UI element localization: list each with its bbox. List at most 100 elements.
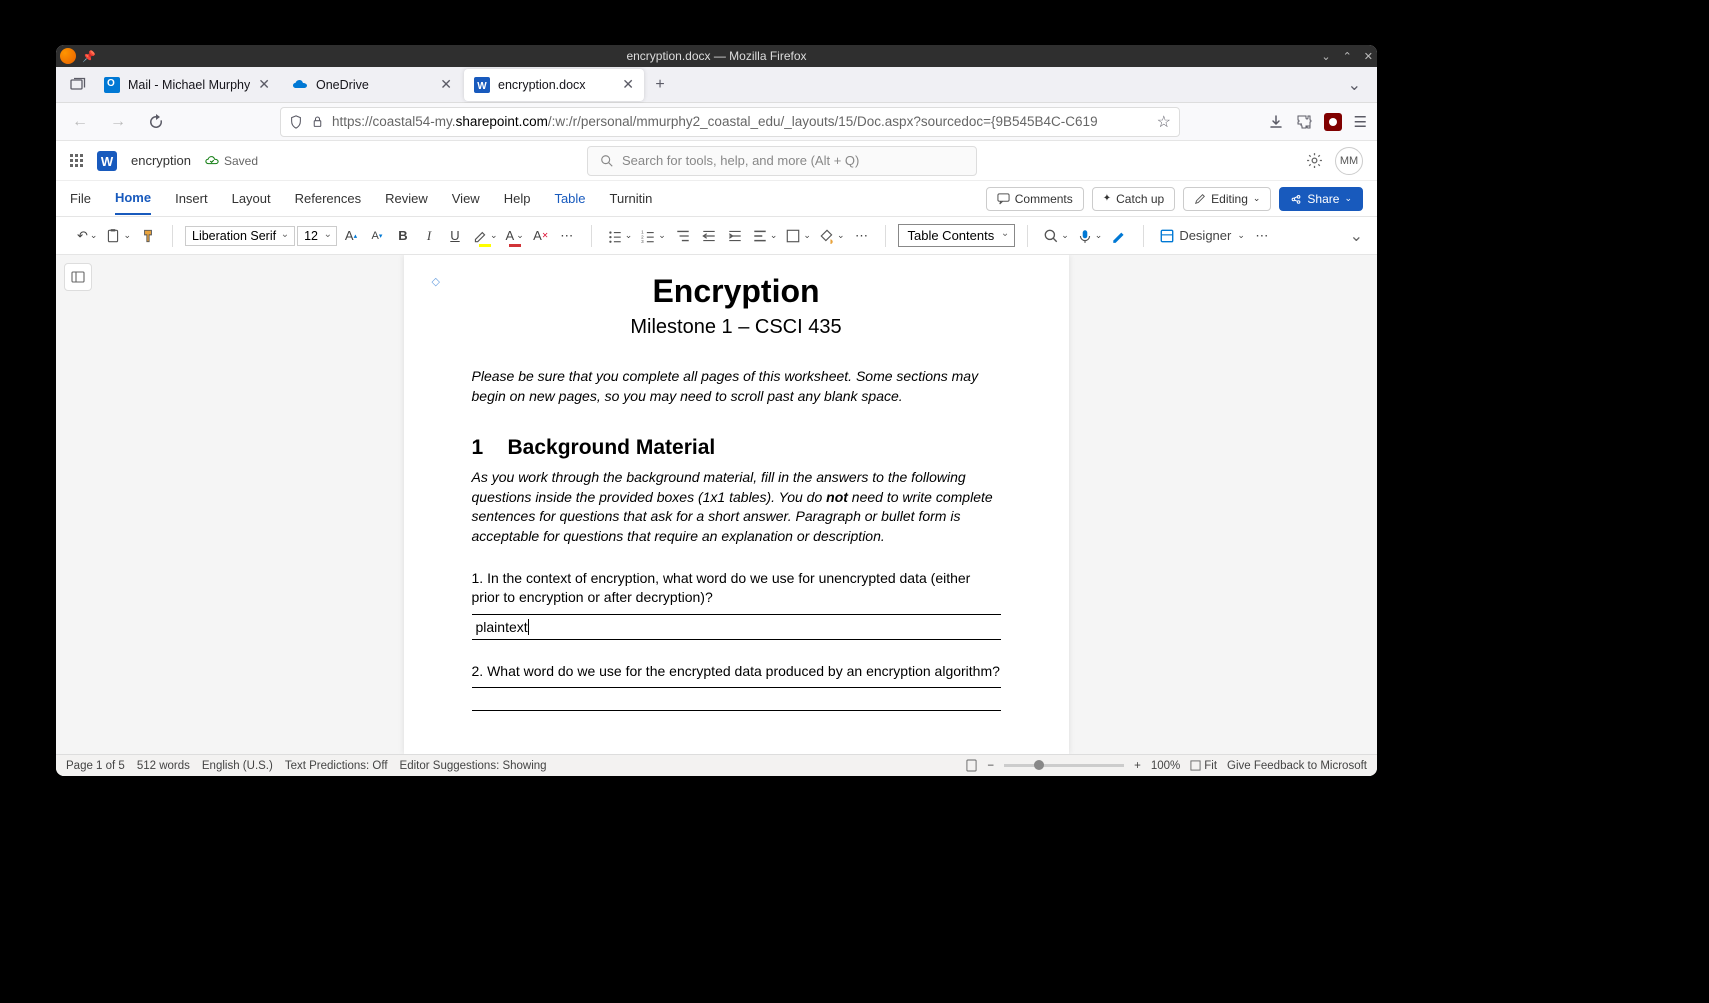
section-title: Background Material: [508, 436, 716, 459]
minimize-button[interactable]: ⌄: [1321, 50, 1330, 63]
predictions-indicator[interactable]: Text Predictions: Off: [285, 760, 388, 772]
share-button[interactable]: Share ⌄: [1279, 187, 1363, 211]
answer-box-2[interactable]: [472, 687, 1001, 711]
font-color-button[interactable]: A⌄: [503, 223, 527, 249]
designer-button[interactable]: Designer⌄: [1156, 223, 1248, 249]
save-status[interactable]: Saved: [205, 154, 258, 168]
document-page[interactable]: ◇ Encryption Milestone 1 – CSCI 435 Plea…: [404, 255, 1069, 754]
find-button[interactable]: ⌄: [1040, 223, 1072, 249]
more-commands-button[interactable]: ⋯: [1250, 223, 1274, 249]
zoom-out-button[interactable]: −: [987, 760, 994, 772]
italic-button[interactable]: I: [417, 223, 441, 249]
ribbon-tab-table[interactable]: Table: [554, 183, 585, 214]
tab-close-button[interactable]: ✕: [258, 76, 270, 93]
catchup-button[interactable]: ✦ Catch up: [1092, 187, 1175, 211]
save-status-label: Saved: [224, 154, 258, 168]
comments-button[interactable]: Comments: [986, 187, 1084, 211]
language-indicator[interactable]: English (U.S.): [202, 760, 273, 772]
reload-button[interactable]: [142, 108, 170, 136]
ribbon-tab-view[interactable]: View: [452, 183, 480, 214]
clear-formatting-button[interactable]: A✕: [529, 223, 553, 249]
suggestions-indicator[interactable]: Editor Suggestions: Showing: [400, 760, 547, 772]
settings-button[interactable]: [1306, 152, 1323, 169]
recent-tabs-button[interactable]: [64, 71, 92, 99]
menu-button[interactable]: ☰: [1354, 113, 1367, 131]
feedback-link[interactable]: Give Feedback to Microsoft: [1227, 760, 1367, 772]
extensions-button[interactable]: [1296, 114, 1312, 130]
tab-close-button[interactable]: ✕: [622, 76, 634, 93]
word-count[interactable]: 512 words: [137, 760, 190, 772]
zoom-level[interactable]: 100%: [1151, 760, 1180, 772]
tabs-dropdown-button[interactable]: ⌄: [1340, 75, 1369, 95]
shield-icon[interactable]: [289, 115, 303, 129]
back-button[interactable]: ←: [66, 108, 94, 136]
format-painter-button[interactable]: [136, 223, 160, 249]
forward-button[interactable]: →: [104, 108, 132, 136]
outlook-icon: [104, 77, 120, 93]
document-name[interactable]: encryption: [131, 153, 191, 168]
ublock-icon[interactable]: [1324, 113, 1342, 131]
lock-icon[interactable]: [311, 115, 324, 128]
question-1: 1. In the context of encryption, what wo…: [472, 569, 1001, 608]
tab-mail[interactable]: Mail - Michael Murphy ✕: [94, 69, 280, 101]
zoom-slider[interactable]: [1004, 764, 1124, 767]
ribbon-tab-review[interactable]: Review: [385, 183, 428, 214]
editor-button[interactable]: [1107, 223, 1131, 249]
app-launcher-button[interactable]: [70, 154, 83, 167]
user-avatar[interactable]: MM: [1335, 147, 1363, 175]
ribbon-tab-file[interactable]: File: [70, 183, 91, 214]
downloads-button[interactable]: [1268, 114, 1284, 130]
search-input[interactable]: Search for tools, help, and more (Alt + …: [587, 146, 977, 176]
more-font-button[interactable]: ⋯: [555, 223, 579, 249]
collapse-ribbon-button[interactable]: ⌄: [1350, 226, 1363, 246]
zoom-in-button[interactable]: +: [1134, 760, 1141, 772]
editing-mode-button[interactable]: Editing ⌄: [1183, 187, 1271, 211]
font-size-select[interactable]: 12: [297, 226, 337, 246]
bullets-button[interactable]: ⌄: [604, 223, 636, 249]
shading-button[interactable]: ⌄: [816, 223, 848, 249]
bold-button[interactable]: B: [391, 223, 415, 249]
page-view-button[interactable]: [966, 759, 977, 772]
answer-box-1[interactable]: plaintext: [472, 614, 1001, 640]
new-tab-button[interactable]: +: [646, 71, 674, 99]
ribbon-tab-layout[interactable]: Layout: [232, 183, 271, 214]
url-input[interactable]: https://coastal54-my.sharepoint.com/:w:/…: [280, 107, 1180, 137]
borders-button[interactable]: ⌄: [782, 223, 814, 249]
style-select[interactable]: Table Contents: [898, 224, 1015, 247]
dictate-button[interactable]: ⌄: [1074, 223, 1106, 249]
status-bar: Page 1 of 5 512 words English (U.S.) Tex…: [56, 754, 1377, 776]
ribbon-tab-home[interactable]: Home: [115, 182, 151, 215]
browser-tabstrip: Mail - Michael Murphy ✕ OneDrive ✕ W enc…: [56, 67, 1377, 103]
font-family-select[interactable]: Liberation Serif: [185, 226, 295, 246]
paste-button[interactable]: ⌄: [102, 223, 134, 249]
ribbon-tab-insert[interactable]: Insert: [175, 183, 208, 214]
url-path: /:w:/r/personal/mmurphy2_coastal_edu/_la…: [548, 114, 1098, 129]
fit-button[interactable]: Fit: [1190, 760, 1217, 772]
question-2: 2. What word do we use for the encrypted…: [472, 662, 1001, 682]
page-indicator[interactable]: Page 1 of 5: [66, 760, 125, 772]
highlight-button[interactable]: ⌄: [469, 223, 501, 249]
navigation-pane-toggle[interactable]: [64, 263, 92, 291]
ribbon-tab-references[interactable]: References: [295, 183, 361, 214]
align-button[interactable]: ⌄: [749, 223, 781, 249]
grow-font-button[interactable]: A▴: [339, 223, 363, 249]
undo-button[interactable]: ↶⌄: [74, 223, 100, 249]
pin-icon[interactable]: 📌: [82, 50, 96, 63]
decrease-indent-button[interactable]: [697, 223, 721, 249]
maximize-button[interactable]: ⌃: [1343, 50, 1352, 63]
page-scroll-container[interactable]: ◇ Encryption Milestone 1 – CSCI 435 Plea…: [95, 255, 1377, 754]
tab-onedrive[interactable]: OneDrive ✕: [282, 69, 462, 101]
more-para-button[interactable]: ⋯: [849, 223, 873, 249]
ribbon-tab-turnitin[interactable]: Turnitin: [610, 183, 653, 214]
increase-indent-button[interactable]: [723, 223, 747, 249]
numbering-button[interactable]: 123⌄: [637, 223, 669, 249]
close-window-button[interactable]: ✕: [1364, 50, 1373, 63]
url-domain: sharepoint.com: [456, 114, 548, 129]
ribbon-tab-help[interactable]: Help: [504, 183, 531, 214]
tab-close-button[interactable]: ✕: [440, 76, 452, 93]
shrink-font-button[interactable]: A▾: [365, 223, 389, 249]
tab-encryption[interactable]: W encryption.docx ✕: [464, 69, 644, 101]
multilevel-list-button[interactable]: [671, 223, 695, 249]
bookmark-button[interactable]: ☆: [1157, 112, 1171, 132]
underline-button[interactable]: U: [443, 223, 467, 249]
